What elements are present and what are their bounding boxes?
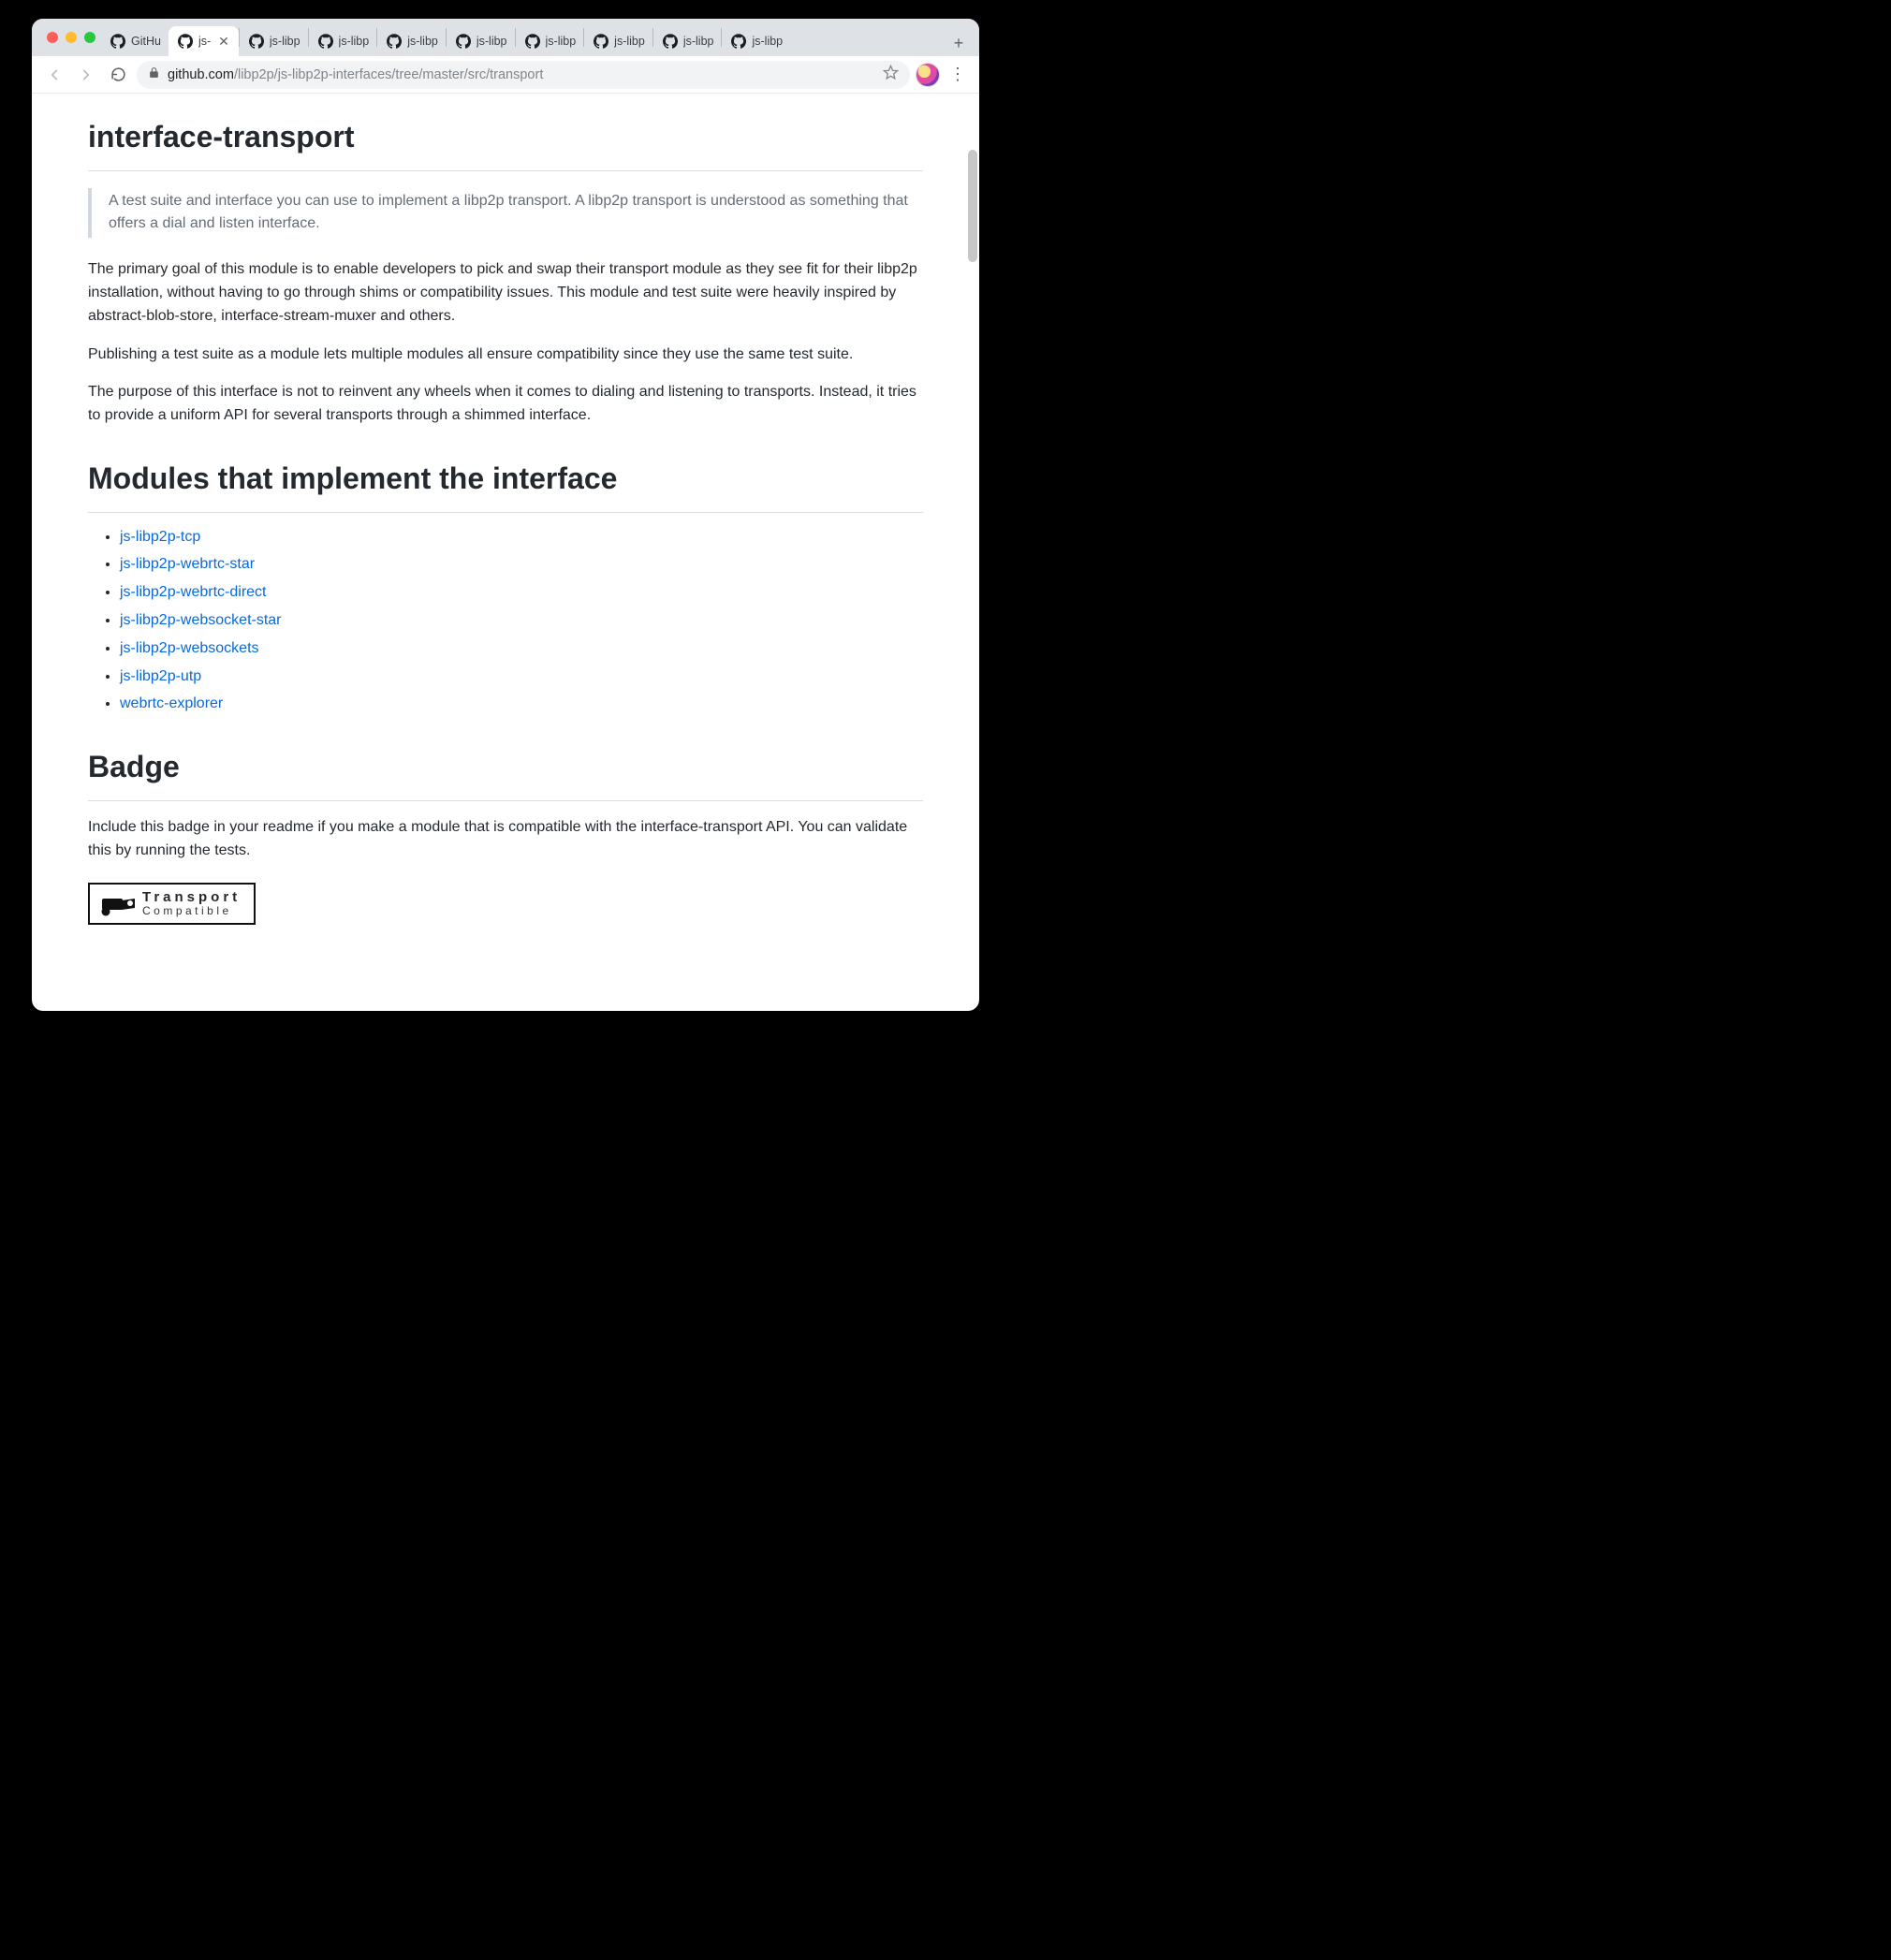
browser-menu-button[interactable]: ⋮	[946, 65, 970, 84]
module-link[interactable]: js-libp2p-tcp	[120, 529, 200, 545]
url-host: github.com	[168, 67, 234, 82]
github-favicon-icon	[249, 34, 264, 49]
maximize-window-button[interactable]	[84, 32, 95, 43]
lock-icon	[148, 66, 160, 82]
github-favicon-icon	[731, 34, 746, 49]
browser-tab[interactable]: js-libp	[377, 26, 446, 56]
paragraph: Publishing a test suite as a module lets…	[88, 344, 923, 367]
tab-close-button[interactable]: ✕	[216, 35, 231, 48]
heading-modules: Modules that implement the interface	[88, 456, 923, 513]
list-item: js-libp2p-websocket-star	[120, 609, 923, 633]
forward-button[interactable]	[73, 62, 99, 88]
tab-title: js-libp	[407, 35, 438, 48]
list-item: js-libp2p-utp	[120, 666, 923, 689]
tabs-container: GitHu js- ✕ js-libp js-libp js-libp js-libp js-…	[101, 19, 940, 56]
modules-list: js-libp2p-tcp js-libp2p-webrtc-star js-lib…	[88, 526, 923, 717]
profile-avatar[interactable]	[916, 63, 940, 87]
window-controls	[43, 19, 101, 56]
address-bar[interactable]: github.com/libp2p/js-libp2p-interfaces/t…	[137, 61, 910, 89]
tab-title: js-libp	[614, 35, 645, 48]
list-item: js-libp2p-tcp	[120, 526, 923, 549]
transport-compatible-badge: Transport Compatible	[88, 883, 256, 924]
heading-interface-transport: interface-transport	[88, 114, 923, 171]
transport-badge-icon	[99, 893, 133, 915]
list-item: js-libp2p-webrtc-star	[120, 553, 923, 577]
module-link[interactable]: webrtc-explorer	[120, 695, 223, 711]
github-favicon-icon	[456, 34, 471, 49]
paragraph: The primary goal of this module is to en…	[88, 258, 923, 328]
github-favicon-icon	[387, 34, 402, 49]
browser-tab-active[interactable]: js- ✕	[169, 26, 239, 56]
module-link[interactable]: js-libp2p-webrtc-star	[120, 556, 255, 572]
minimize-window-button[interactable]	[66, 32, 77, 43]
close-window-button[interactable]	[47, 32, 58, 43]
module-link[interactable]: js-libp2p-websocket-star	[120, 612, 282, 628]
tab-title: js-libp	[476, 35, 507, 48]
module-link[interactable]: js-libp2p-webrtc-direct	[120, 584, 267, 600]
paragraph: Include this badge in your readme if you…	[88, 816, 923, 863]
tab-title: js-libp	[339, 35, 370, 48]
browser-toolbar: github.com/libp2p/js-libp2p-interfaces/t…	[32, 56, 979, 94]
readme-content: interface-transport A test suite and int…	[32, 94, 979, 962]
module-link[interactable]: js-libp2p-utp	[120, 668, 201, 684]
browser-tab[interactable]: GitHu	[101, 26, 169, 56]
url-text: github.com/libp2p/js-libp2p-interfaces/t…	[168, 67, 543, 82]
browser-tab[interactable]: js-libp	[722, 26, 790, 56]
browser-tab[interactable]: js-libp	[240, 26, 308, 56]
list-item: js-libp2p-webrtc-direct	[120, 581, 923, 605]
github-favicon-icon	[318, 34, 333, 49]
github-favicon-icon	[663, 34, 678, 49]
bookmark-star-icon[interactable]	[883, 65, 899, 84]
intro-blockquote: A test suite and interface you can use t…	[88, 188, 923, 239]
github-favicon-icon	[178, 34, 193, 49]
github-favicon-icon	[594, 34, 608, 49]
github-favicon-icon	[525, 34, 540, 49]
reload-button[interactable]	[105, 62, 131, 88]
browser-tab[interactable]: js-libp	[447, 26, 515, 56]
tab-title: js-libp	[752, 35, 783, 48]
list-item: js-libp2p-websockets	[120, 637, 923, 661]
browser-tab[interactable]: js-libp	[309, 26, 377, 56]
list-item: webrtc-explorer	[120, 693, 923, 716]
page-viewport: interface-transport A test suite and int…	[32, 94, 979, 1011]
new-tab-button[interactable]: +	[946, 30, 972, 56]
tab-title: js-libp	[546, 35, 577, 48]
heading-badge: Badge	[88, 744, 923, 801]
module-link[interactable]: js-libp2p-websockets	[120, 640, 259, 656]
url-path: /libp2p/js-libp2p-interfaces/tree/master…	[234, 67, 543, 82]
back-button[interactable]	[41, 62, 67, 88]
vertical-scrollbar-thumb[interactable]	[968, 150, 977, 262]
badge-line-2: Compatible	[142, 905, 241, 917]
paragraph: The purpose of this interface is not to …	[88, 381, 923, 428]
tab-title: js-libp	[683, 35, 714, 48]
browser-window: GitHu js- ✕ js-libp js-libp js-libp js-libp js-…	[32, 19, 979, 1011]
tab-title: GitHu	[131, 35, 161, 48]
tab-title: js-	[198, 35, 211, 48]
badge-text: Transport Compatible	[142, 890, 241, 916]
browser-tab[interactable]: js-libp	[653, 26, 722, 56]
tab-title: js-libp	[270, 35, 301, 48]
browser-tab[interactable]: js-libp	[584, 26, 652, 56]
tab-strip: GitHu js- ✕ js-libp js-libp js-libp js-libp js-…	[32, 19, 979, 56]
browser-tab[interactable]: js-libp	[516, 26, 584, 56]
github-favicon-icon	[110, 34, 125, 49]
badge-line-1: Transport	[142, 890, 241, 905]
